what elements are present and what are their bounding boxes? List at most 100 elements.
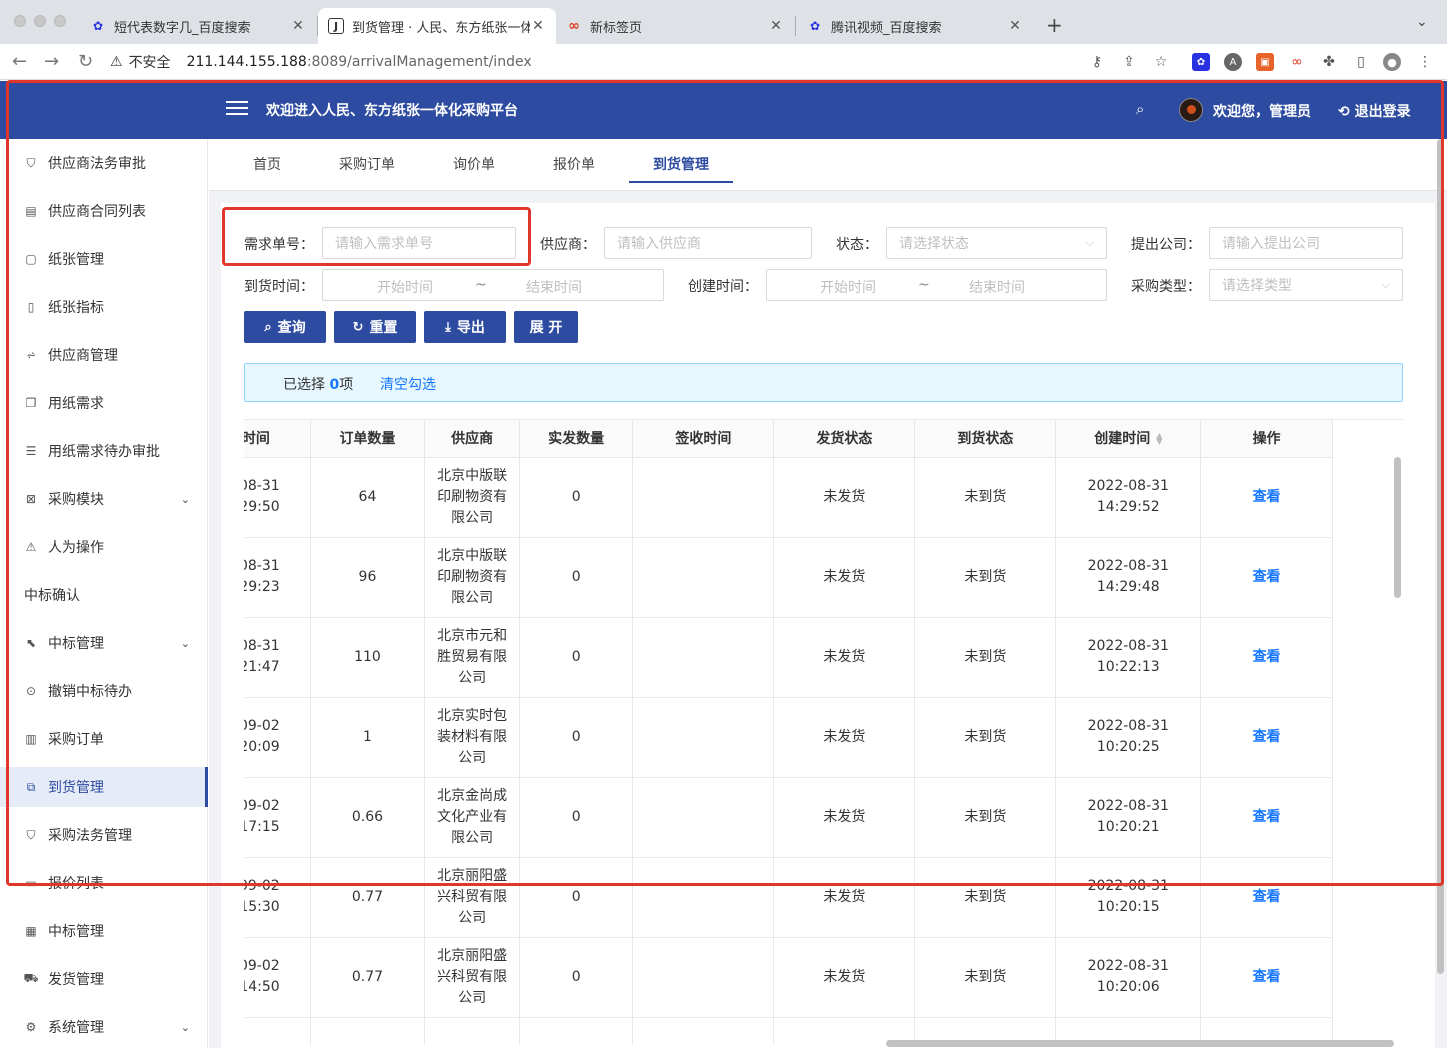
close-icon[interactable]: ✕ xyxy=(290,18,306,34)
browser-tab-active[interactable]: J 到货管理 · 人民、东方纸张一体化 ✕ xyxy=(318,8,556,44)
created-time-cell: 2022-08-31 10:22:13 xyxy=(1055,617,1202,698)
profile-avatar-icon[interactable]: ● xyxy=(1383,53,1401,71)
sidebar-item-bid-confirm[interactable]: 中标确认 xyxy=(0,575,208,615)
sign-time-cell xyxy=(632,537,775,618)
sidebar-item-arrival[interactable]: ⧉ 到货管理 xyxy=(0,767,208,807)
sidebar: ⛉ 供应商法务审批 ▤ 供应商合同列表 ▢ 纸张管理 ▯ 纸张指标 ⩫ 供应商管理 ❐ 用纸… xyxy=(0,139,208,1048)
sidebar-item-bid-mgmt[interactable]: ⬉ 中标管理 ⌄ xyxy=(0,623,208,663)
logout-icon: ⟲ xyxy=(1338,104,1350,120)
sidebar-item-purchase-orders[interactable]: ▥ 采购订单 xyxy=(0,719,208,759)
table-horizontal-scrollbar[interactable] xyxy=(886,1040,1394,1047)
table-header-row: 到货时间 订单数量 供应商 实发数量 签收时间 发货状态 到货状态 创建时间▲▼… xyxy=(244,420,1333,458)
sidebar-item-manual-ops[interactable]: ⚠ 人为操作 xyxy=(0,527,208,567)
sidebar-item-system[interactable]: ⚙ 系统管理 ⌄ xyxy=(0,1007,208,1047)
view-link[interactable]: 查看 xyxy=(1200,457,1333,538)
reset-button[interactable]: ↻ 重置 xyxy=(334,311,416,343)
tab-home[interactable]: 首页 xyxy=(253,154,281,174)
view-link[interactable]: 查看 xyxy=(1200,857,1333,938)
shipped-qty-cell: 0 xyxy=(519,617,634,698)
sidebar-item-supplier-contracts[interactable]: ▤ 供应商合同列表 xyxy=(0,191,208,231)
logout-button[interactable]: ⟲ 退出登录 xyxy=(1338,101,1411,121)
new-tab-plus-icon[interactable]: + xyxy=(1046,13,1063,37)
close-icon[interactable]: ✕ xyxy=(768,18,784,34)
chevron-down-icon[interactable]: ⌄ xyxy=(1416,14,1428,30)
window-close-control[interactable] xyxy=(14,15,26,27)
sort-icon[interactable]: ▲ ▼ xyxy=(1156,432,1162,446)
key-icon[interactable]: ⚷ xyxy=(1088,53,1106,71)
window-zoom-control[interactable] xyxy=(54,15,66,27)
extension-orange-icon[interactable]: ▣ xyxy=(1256,53,1274,71)
puzzle-icon[interactable]: ✤ xyxy=(1320,53,1338,71)
purchase-type-select[interactable]: 请选择类型 ⌵ xyxy=(1209,269,1403,301)
col-created-time[interactable]: 创建时间 ▲ ▼ xyxy=(1055,420,1202,458)
sidebar-item-paper[interactable]: ▢ 纸张管理 xyxy=(0,239,208,279)
shield-check-icon: ⛉ xyxy=(26,155,36,170)
sidebar-item-bid-mgmt-2[interactable]: ▦ 中标管理 xyxy=(0,911,208,951)
tab-arrival[interactable]: 到货管理 xyxy=(653,154,709,174)
selection-count: 已选择 0项 xyxy=(283,377,354,393)
arrival-time-range[interactable]: 开始时间 ~ 结束时间 xyxy=(322,269,664,301)
table-row: 2022-08-3114:29:2396北京中版联印刷物资有限公司0 未发货未到货… xyxy=(244,537,1333,618)
clear-selection-link[interactable]: 清空勾选 xyxy=(380,374,436,394)
avatar[interactable] xyxy=(1179,98,1203,122)
create-time-range[interactable]: 开始时间 ~ 结束时间 xyxy=(766,269,1107,301)
sidebar-item-purchase-module[interactable]: ⊠ 采购模块 ⌄ xyxy=(0,479,208,519)
baidu-extension-icon[interactable]: ✿ xyxy=(1192,53,1210,71)
sign-time-cell xyxy=(632,617,775,698)
sidebar-item-purchase-legal[interactable]: ⛉ 采购法务管理 xyxy=(0,815,208,855)
sidebar-item-revoke-bid[interactable]: ⊙ 撤销中标待办 xyxy=(0,671,208,711)
tab-quote[interactable]: 报价单 xyxy=(553,154,595,174)
page-vertical-scrollbar[interactable] xyxy=(1437,139,1444,974)
view-link[interactable]: 查看 xyxy=(1200,537,1333,618)
shipped-qty-cell: 0 xyxy=(519,937,634,1018)
sidebar-item-paper-index[interactable]: ▯ 纸张指标 xyxy=(0,287,208,327)
demand-no-input[interactable]: 请输入需求单号 xyxy=(322,227,516,259)
sidebar-panel-icon[interactable]: ▯ xyxy=(1352,53,1370,71)
browser-tab[interactable]: ∞ 新标签页 ✕ xyxy=(556,8,794,44)
star-icon[interactable]: ☆ xyxy=(1152,53,1170,71)
share-icon[interactable]: ⇪ xyxy=(1120,53,1138,71)
export-button[interactable]: ⤓ 导出 xyxy=(424,311,506,343)
sidebar-item-supplier-legal[interactable]: ⛉ 供应商法务审批 xyxy=(0,143,208,183)
back-arrow-icon[interactable]: ← xyxy=(12,51,27,72)
kebab-menu-icon[interactable]: ⋮ xyxy=(1416,53,1434,71)
tab-inquiry[interactable]: 询价单 xyxy=(453,154,495,174)
sidebar-item-supplier-mgmt[interactable]: ⩫ 供应商管理 xyxy=(0,335,208,375)
sidebar-item-shipping[interactable]: ⛟ 发货管理 xyxy=(0,959,208,999)
sidebar-item-paper-demand[interactable]: ❐ 用纸需求 xyxy=(0,383,208,423)
supplier-input[interactable]: 请输入供应商 xyxy=(604,227,812,259)
view-link[interactable]: 查看 xyxy=(1200,777,1333,858)
reload-icon[interactable]: ↻ xyxy=(78,51,93,72)
tab-purchase-orders[interactable]: 采购订单 xyxy=(339,154,395,174)
sidebar-item-quote-list[interactable]: ▭ 报价列表 xyxy=(0,863,208,903)
search-icon[interactable]: ⌕ xyxy=(1136,100,1144,118)
extension-a-icon[interactable]: A xyxy=(1224,53,1242,71)
table-vertical-scrollbar[interactable] xyxy=(1394,457,1401,598)
company-input[interactable]: 请输入提出公司 xyxy=(1209,227,1403,259)
expand-button[interactable]: 展 开 xyxy=(514,311,578,343)
file-icon: ▢ xyxy=(25,252,37,266)
close-icon[interactable]: ✕ xyxy=(1007,18,1023,34)
ship-status-cell: 未发货 xyxy=(773,537,916,618)
view-link[interactable]: 查看 xyxy=(1200,937,1333,1018)
browser-tab[interactable]: ✿ 腾讯视频_百度搜索 ✕ xyxy=(797,8,1033,44)
view-link[interactable]: 查看 xyxy=(1200,697,1333,778)
forward-arrow-icon[interactable]: → xyxy=(44,51,59,72)
close-icon[interactable]: ✕ xyxy=(530,18,546,34)
order-qty-cell: 110 xyxy=(310,617,426,698)
menu-fold-icon[interactable] xyxy=(226,97,248,117)
sidebar-item-demand-approval[interactable]: ☰ 用纸需求待办审批 xyxy=(0,431,208,471)
status-select[interactable]: 请选择状态 ⌵ xyxy=(886,227,1107,259)
table-row: 2022-09-0210:20:091北京实时包装材料有限公司0 未发货未到货20… xyxy=(244,697,1333,778)
address-bar[interactable]: ⚠ 不安全 211.144.155.188:8089/arrivalManage… xyxy=(110,48,1180,76)
supplier-cell: 北京中版联印刷物资有限公司 xyxy=(424,457,521,538)
chevron-down-icon: ⌵ xyxy=(1381,278,1390,291)
query-button[interactable]: ⌕ 查询 xyxy=(244,311,326,343)
book-icon: ▯ xyxy=(27,300,35,314)
view-link[interactable]: 查看 xyxy=(1200,617,1333,698)
browser-tab[interactable]: ✿ 短代表数字几_百度搜索 ✕ xyxy=(80,8,316,44)
window-minimize-control[interactable] xyxy=(34,15,46,27)
ship-status-cell: 未发货 xyxy=(773,857,916,938)
arrive-status-cell: 未到货 xyxy=(914,457,1057,538)
infinity-icon[interactable]: ∞ xyxy=(1288,53,1306,71)
